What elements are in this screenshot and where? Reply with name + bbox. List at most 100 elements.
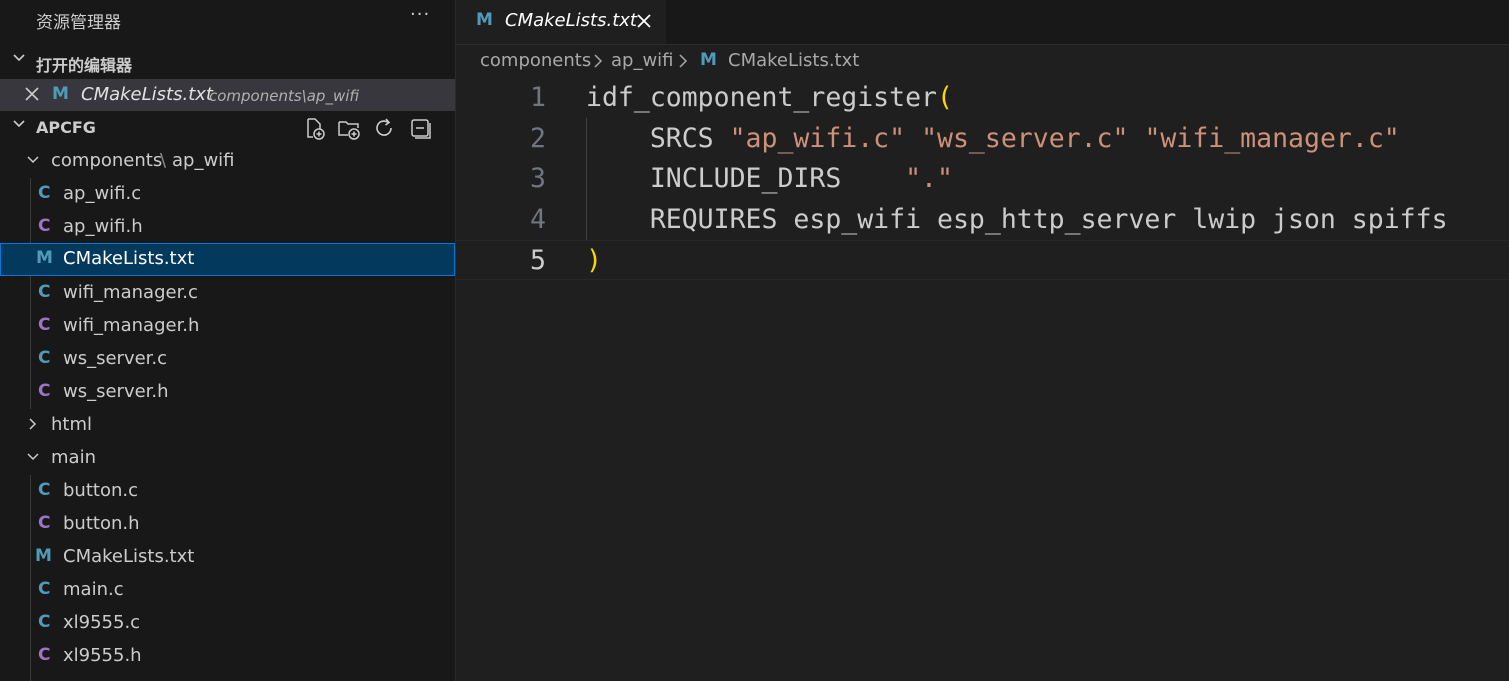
cmake-file-icon: M [35, 546, 52, 566]
string-token: "wifi_manager.c" [1144, 122, 1400, 154]
breadcrumb-item[interactable]: CMakeLists.txt [728, 50, 859, 71]
file-label: wifi_manager.h [63, 315, 200, 336]
code-line[interactable]: 5) [456, 240, 1509, 280]
folder-label: components [51, 150, 163, 171]
line-number: 5 [530, 245, 546, 276]
cmake-file-icon: M [700, 50, 717, 70]
open-editor-item[interactable]: M CMakeLists.txt components\ap_wifi [0, 79, 455, 111]
file-wifi-manager-c[interactable]: C wifi_manager.c [0, 277, 455, 310]
code-token: idf_component_register [586, 82, 937, 113]
close-editor-icon[interactable] [24, 82, 40, 107]
code-text: REQUIRES esp_wifi esp_http_server lwip j… [586, 204, 1448, 235]
new-file-icon[interactable] [302, 116, 328, 142]
code-text: ) [586, 245, 602, 276]
file-ap-wifi-h[interactable]: C ap_wifi.h [0, 211, 455, 244]
file-label: CMakeLists.txt [63, 546, 195, 567]
file-label: wifi_manager.c [63, 282, 198, 303]
chevron-down-icon [26, 150, 40, 171]
c-file-icon: C [38, 480, 51, 500]
path-separator: \ [160, 150, 167, 171]
folder-label: html [51, 414, 93, 435]
new-folder-icon[interactable] [337, 116, 363, 142]
c-header-icon: C [38, 645, 51, 665]
file-ap-wifi-c[interactable]: C ap_wifi.c [0, 178, 455, 211]
line-number: 1 [530, 82, 546, 113]
explorer-title: 资源管理器 [36, 13, 121, 33]
string-token: "ap_wifi.c" [729, 122, 906, 154]
editor-tab-bar: M CMakeLists.txt [456, 0, 1509, 45]
code-line[interactable]: 4 REQUIRES esp_wifi esp_http_server lwip… [456, 200, 1509, 240]
file-button-h[interactable]: C button.h [0, 508, 455, 541]
file-main-c[interactable]: C main.c [0, 574, 455, 607]
folder-components-ap-wifi[interactable]: components \ ap_wifi [0, 145, 455, 178]
c-header-icon: C [38, 381, 51, 401]
folder-html[interactable]: html [0, 409, 455, 442]
folder-main[interactable]: main [0, 442, 455, 475]
breadcrumb-item[interactable]: ap_wifi [611, 50, 674, 71]
c-file-icon: C [38, 282, 51, 302]
open-editors-header[interactable]: 打开的编辑器 [0, 48, 455, 78]
code-token: REQUIRES esp_wifi esp_http_server lwip j… [586, 203, 1448, 235]
chevron-right-icon [592, 50, 604, 73]
code-token: INCLUDE_DIRS [586, 163, 906, 194]
file-cmakelists-main[interactable]: M CMakeLists.txt [0, 541, 455, 574]
chevron-right-icon [26, 414, 40, 435]
folder-label: ap_wifi [172, 150, 235, 171]
close-tab-icon[interactable] [636, 8, 652, 34]
chevron-down-icon [12, 117, 26, 135]
file-label: main.c [63, 579, 124, 600]
c-header-icon: C [38, 513, 51, 533]
open-editors-title: 打开的编辑器 [36, 56, 133, 75]
line-number: 3 [530, 163, 546, 194]
file-wifi-manager-h[interactable]: C wifi_manager.h [0, 310, 455, 343]
file-cmakelists-selected[interactable]: M CMakeLists.txt [0, 243, 455, 276]
chevron-right-icon [677, 50, 689, 73]
cmake-file-icon: M [36, 248, 53, 268]
string-token: "ws_server.c" [921, 122, 1129, 154]
explorer-sidebar: 资源管理器 ··· 打开的编辑器 M CMakeLists.txt compon… [0, 0, 456, 681]
file-label: button.h [63, 513, 140, 534]
breadcrumb-item[interactable]: components [480, 50, 591, 71]
code-text: SRCS "ap_wifi.c" "ws_server.c" "wifi_man… [586, 123, 1400, 154]
c-file-icon: C [38, 579, 51, 599]
tab-label: CMakeLists.txt [505, 10, 637, 31]
file-label: ws_server.h [63, 381, 169, 402]
code-editor[interactable]: 1 idf_component_register(2 SRCS "ap_wifi.… [456, 78, 1509, 681]
collapse-all-icon[interactable] [408, 116, 434, 142]
file-label: button.c [63, 480, 138, 501]
folder-label: main [51, 447, 96, 468]
code-line[interactable]: 2 SRCS "ap_wifi.c" "ws_server.c" "wifi_m… [456, 119, 1509, 159]
workspace-title: APCFG [36, 118, 96, 137]
code-text: idf_component_register( [586, 82, 953, 113]
code-line[interactable]: 3 INCLUDE_DIRS "." [456, 159, 1509, 199]
file-xl9555-c[interactable]: C xl9555.c [0, 607, 455, 640]
cmake-file-icon: M [476, 10, 493, 30]
file-label: xl9555.c [63, 612, 141, 633]
code-line[interactable]: 1 idf_component_register( [456, 78, 1509, 118]
c-header-icon: C [38, 216, 51, 236]
file-label: xl9555.h [63, 645, 142, 666]
more-actions-icon[interactable]: ··· [410, 4, 430, 25]
file-ws-server-h[interactable]: C ws_server.h [0, 376, 455, 409]
chevron-down-icon [12, 51, 26, 69]
c-file-icon: C [38, 183, 51, 203]
bracket-token: ) [586, 245, 602, 276]
open-editor-filename: CMakeLists.txt [81, 84, 213, 105]
c-file-icon: C [38, 612, 51, 632]
line-number: 2 [530, 122, 546, 154]
c-header-icon: C [38, 315, 51, 335]
open-editor-path: components\ap_wifi [209, 87, 360, 105]
file-button-c[interactable]: C button.c [0, 475, 455, 508]
bracket-token: ( [937, 82, 953, 113]
file-label: ap_wifi.c [63, 183, 142, 204]
tab-cmakelists[interactable]: M CMakeLists.txt [456, 0, 666, 44]
refresh-icon[interactable] [372, 116, 398, 142]
file-ws-server-c[interactable]: C ws_server.c [0, 343, 455, 376]
c-file-icon: C [38, 348, 51, 368]
file-label: ap_wifi.h [63, 216, 143, 237]
code-text: INCLUDE_DIRS "." [586, 163, 953, 194]
cmake-file-icon: M [52, 84, 69, 104]
file-xl9555-h[interactable]: C xl9555.h [0, 640, 455, 673]
